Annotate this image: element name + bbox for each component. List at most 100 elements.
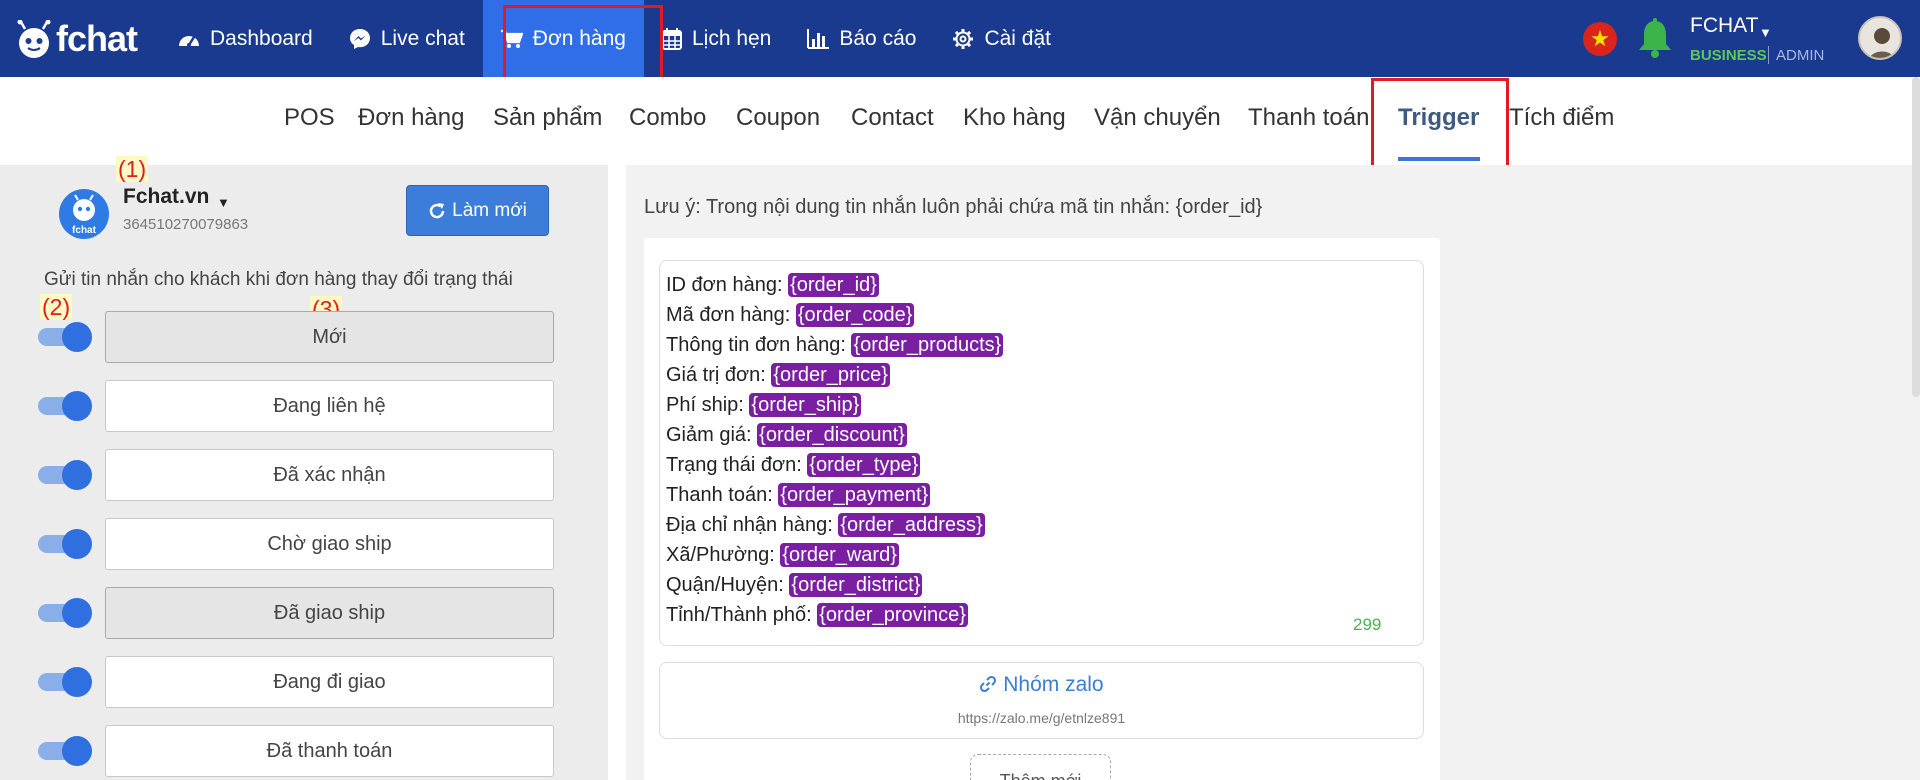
message-line-label: Xã/Phường:: [666, 544, 781, 566]
nav-bao-cao-label: Báo cáo: [839, 26, 917, 50]
tab-kho-hang[interactable]: Kho hàng: [963, 104, 1066, 132]
fchat-logo[interactable]: fchat: [14, 19, 138, 58]
message-line: Thông tin đơn hàng: {order_products}: [666, 330, 1417, 360]
account-caret-icon[interactable]: ▼: [1759, 25, 1772, 40]
zalo-url: https://zalo.me/g/etnlze891: [957, 710, 1126, 726]
page-scrollbar[interactable]: [1912, 77, 1920, 397]
status-toggle[interactable]: [38, 322, 92, 352]
status-button-dang-lien-he[interactable]: Đang liên hệ: [105, 380, 554, 432]
tab-don-hang[interactable]: Đơn hàng: [358, 104, 464, 132]
zalo-group-button[interactable]: Nhóm zalo https://zalo.me/g/etnlze891: [659, 662, 1424, 739]
variable-tag: {order_province}: [817, 603, 968, 627]
message-line: Xã/Phường: {order_ward}: [666, 540, 1417, 570]
variable-tag: {order_code}: [795, 303, 915, 327]
notification-bell-icon[interactable]: [1636, 18, 1674, 65]
variable-tag: {order_payment}: [778, 483, 931, 507]
message-line-label: Phí ship:: [666, 394, 750, 416]
link-icon: [980, 675, 997, 693]
refresh-button-label: Làm mới: [452, 199, 527, 221]
variable-tag: {order_type}: [807, 453, 921, 477]
message-line-label: Thông tin đơn hàng:: [666, 334, 852, 356]
trigger-description: Gửi tin nhắn cho khách khi đơn hàng thay…: [44, 269, 513, 290]
variable-tag: {order_ward}: [780, 543, 899, 567]
refresh-button[interactable]: Làm mới: [406, 185, 549, 236]
status-row: Đã giao ship: [0, 587, 608, 639]
message-template-textarea[interactable]: ID đơn hàng: {order_id} Mã đơn hàng: {or…: [659, 260, 1424, 646]
order-subtabs: POS Đơn hàng Sản phẩm Combo Coupon Conta…: [0, 77, 1920, 165]
top-navigation-bar: fchat Dashboard Live chat Đơn hàng Lịch …: [0, 0, 1920, 77]
message-line: Giảm giá: {order_discount}: [666, 420, 1417, 450]
variable-tag: {order_address}: [838, 513, 985, 537]
status-toggle[interactable]: [38, 667, 92, 697]
main-nav: Dashboard Live chat Đơn hàng Lịch hẹn Bá…: [160, 0, 1069, 77]
nav-cai-dat[interactable]: Cài đặt: [934, 0, 1069, 77]
message-line-label: Mã đơn hàng:: [666, 304, 796, 326]
user-avatar[interactable]: [1858, 16, 1902, 60]
refresh-icon: [429, 202, 445, 218]
annotation-1: (1): [116, 156, 149, 182]
status-toggle[interactable]: [38, 529, 92, 559]
status-button-dang-di-giao[interactable]: Đang đi giao: [105, 656, 554, 708]
page-id: 364510270079863: [123, 216, 249, 233]
tab-san-pham[interactable]: Sản phẩm: [493, 104, 602, 132]
message-line-label: Quận/Huyện:: [666, 574, 790, 596]
status-row: Đã thanh toán: [0, 725, 608, 777]
character-count: 299: [1353, 615, 1382, 634]
message-line: Trạng thái đơn: {order_type}: [666, 450, 1417, 480]
message-line-label: Địa chỉ nhận hàng:: [666, 514, 839, 536]
add-new-button[interactable]: Thêm mới: [970, 754, 1111, 780]
message-line: ID đơn hàng: {order_id}: [666, 270, 1417, 300]
tab-thanh-toan[interactable]: Thanh toán: [1248, 104, 1369, 132]
message-line-label: Giảm giá:: [666, 424, 758, 446]
status-toggle[interactable]: [38, 391, 92, 421]
robot-logo-icon: [14, 19, 54, 58]
account-plan-badge: BUSINESS: [1690, 47, 1767, 64]
tab-tich-diem[interactable]: Tích điểm: [1509, 104, 1614, 132]
message-line: Mã đơn hàng: {order_code}: [666, 300, 1417, 330]
message-line-label: ID đơn hàng:: [666, 274, 789, 296]
message-line-label: Thanh toán:: [666, 484, 779, 506]
status-row: Mới: [0, 311, 608, 363]
status-button-moi[interactable]: Mới: [105, 311, 554, 363]
variable-tag: {order_id}: [788, 273, 879, 297]
status-row: Đã xác nhận: [0, 449, 608, 501]
status-button-da-xac-nhan[interactable]: Đã xác nhận: [105, 449, 554, 501]
message-line: Địa chỉ nhận hàng: {order_address}: [666, 510, 1417, 540]
status-toggle[interactable]: [38, 460, 92, 490]
gear-icon: [953, 28, 974, 49]
page-dropdown-caret-icon[interactable]: ▼: [217, 195, 230, 210]
message-line-label: Trạng thái đơn:: [666, 454, 808, 476]
status-toggle[interactable]: [38, 736, 92, 766]
nav-bao-cao[interactable]: Báo cáo: [789, 0, 934, 77]
status-toggle[interactable]: [38, 598, 92, 628]
message-line: Phí ship: {order_ship}: [666, 390, 1417, 420]
active-tab-underline: [1398, 157, 1480, 161]
tab-van-chuyen[interactable]: Vận chuyển: [1094, 104, 1221, 132]
dashboard-gauge-icon: [179, 35, 199, 47]
add-new-label: Thêm mới: [1000, 771, 1082, 780]
page-name[interactable]: Fchat.vn: [123, 185, 209, 209]
status-row: Đang đi giao: [0, 656, 608, 708]
vietnam-flag-icon[interactable]: [1583, 22, 1617, 56]
tab-pos[interactable]: POS: [284, 104, 335, 132]
tab-trigger[interactable]: Trigger: [1398, 104, 1479, 132]
tab-contact[interactable]: Contact: [851, 104, 934, 132]
status-button-da-giao-ship[interactable]: Đã giao ship: [105, 587, 554, 639]
tab-coupon[interactable]: Coupon: [736, 104, 820, 132]
nav-don-hang[interactable]: Đơn hàng: [482, 0, 644, 77]
status-button-da-thanh-toan[interactable]: Đã thanh toán: [105, 725, 554, 777]
messenger-icon: [349, 28, 370, 49]
account-name[interactable]: FCHAT: [1690, 14, 1758, 38]
page-logo: fchat: [59, 189, 109, 239]
nav-dashboard-label: Dashboard: [210, 26, 313, 50]
status-row: Đang liên hệ: [0, 380, 608, 432]
message-line-label: Giá trị đơn:: [666, 364, 772, 386]
nav-lich-hen[interactable]: Lịch hẹn: [644, 0, 789, 77]
nav-live-chat[interactable]: Live chat: [331, 0, 483, 77]
nav-dashboard[interactable]: Dashboard: [160, 0, 331, 77]
bar-chart-icon: [807, 28, 830, 49]
status-button-cho-giao-ship[interactable]: Chờ giao ship: [105, 518, 554, 570]
message-line: Thanh toán: {order_payment}: [666, 480, 1417, 510]
message-line-label: Tỉnh/Thành phố:: [666, 604, 818, 626]
tab-combo[interactable]: Combo: [629, 104, 706, 132]
